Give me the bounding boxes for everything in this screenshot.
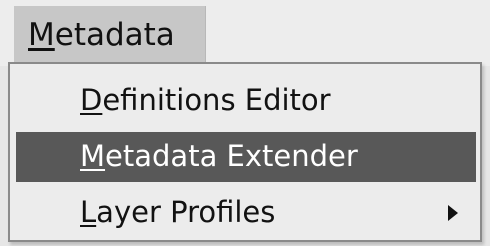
menu-item-label: Definitions Editor [80,82,331,118]
metadata-menu-mnemonic: M [28,17,55,53]
menu-item-label: Layer Profiles [80,194,275,230]
metadata-menu[interactable]: Metadata [14,6,206,64]
menu-item-label-rest: etadata Extender [105,139,358,173]
menu-item-mnemonic: L [80,195,97,229]
menu-item-metadata-extender[interactable]: Metadata Extender [16,132,476,182]
app-root: Metadata Definitions Editor Metadata Ext… [0,0,490,246]
menu-item-label-rest: efinitions Editor [102,83,331,117]
metadata-menu-label-rest: etadata [54,17,175,53]
menu-item-mnemonic: D [80,83,103,117]
menu-item-mnemonic: M [80,139,106,173]
triangle-right-icon [448,205,458,221]
menu-item-definitions-editor[interactable]: Definitions Editor [16,76,476,126]
metadata-dropdown-menu: Definitions Editor Metadata Extender Lay… [8,62,482,242]
menu-item-layer-profiles[interactable]: Layer Profiles [16,188,476,238]
menu-item-label-rest: ayer Profiles [96,195,276,229]
menu-item-label: Metadata Extender [80,138,358,174]
metadata-menu-label: Metadata [28,16,175,54]
menu-bar: Metadata [0,0,490,66]
